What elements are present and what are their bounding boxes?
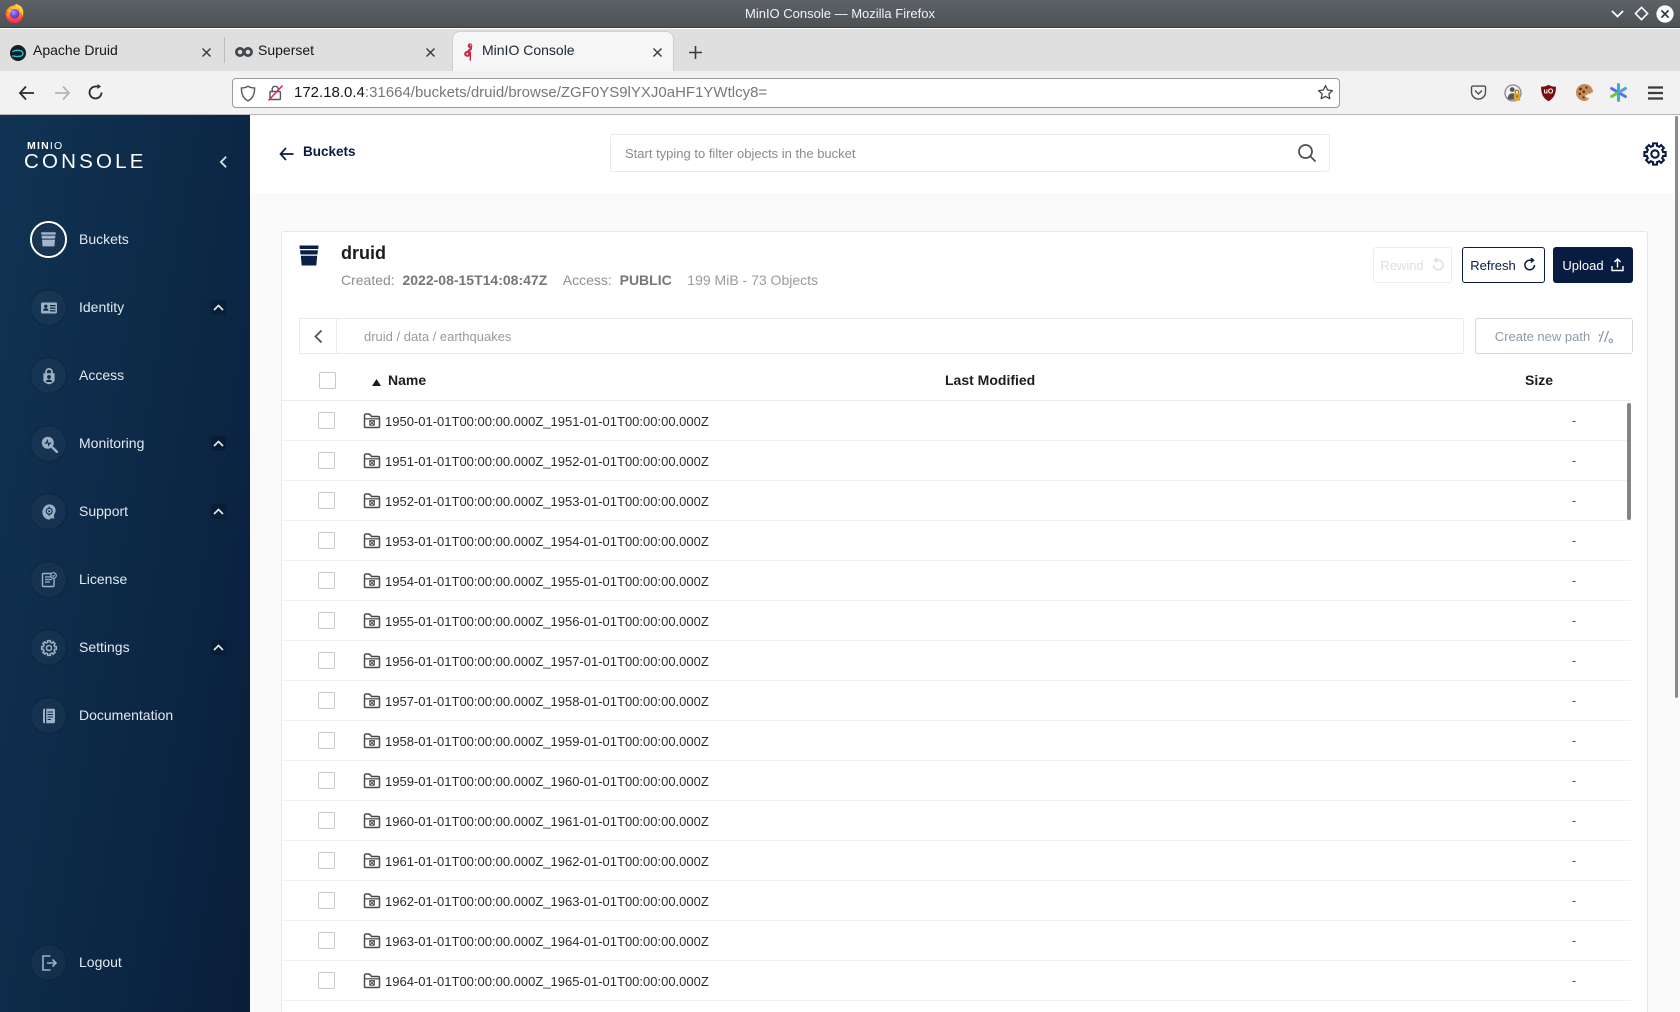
- svg-text:uO: uO: [1544, 89, 1554, 96]
